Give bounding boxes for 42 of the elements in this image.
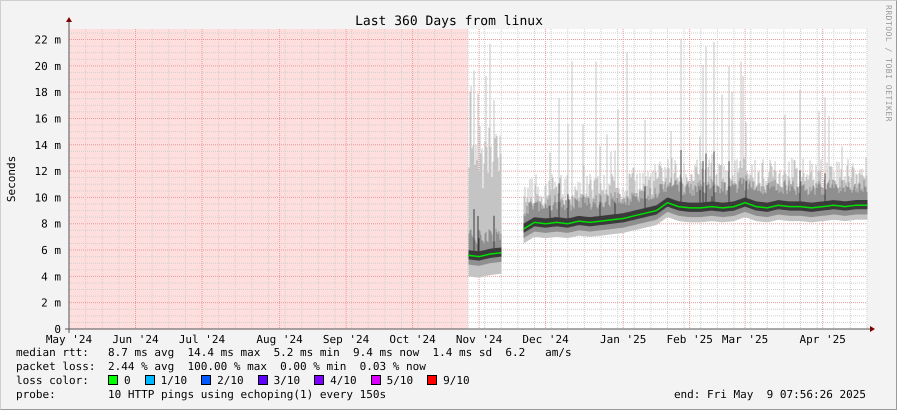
end-time: end: Fri May 9 07:56:26 2025 [674,388,866,400]
x-tick-label: Feb '25 [666,333,713,346]
legend-values: 3/10 [274,374,300,386]
x-tick-label: Jul '24 [178,333,226,346]
y-tick-label: 22 m [34,34,61,47]
legend-values: 1/10 [160,374,188,386]
legend-label: packet loss: [16,360,96,372]
legend-values: 2.44 % avg 100.00 % max 0.00 % min 0.03 % now [108,360,426,372]
y-tick-label: 10 m [34,191,61,204]
x-tick-label: Jan '25 [600,333,646,346]
legend-values: 5/10 [386,374,414,386]
y-tick-label: 20 m [34,60,61,73]
y-tick-label: 16 m [34,112,61,126]
x-tick-label: Oct '24 [389,333,436,346]
legend-label: probe: [16,388,57,400]
legend-values: 2/10 [217,374,244,386]
x-tick-label: Nov '24 [456,333,502,346]
y-tick-label: 6 m [41,244,61,258]
x-tick-label: Mar '25 [722,333,768,346]
legend-values: 0 [124,374,131,386]
y-tick-label: 4 m [41,270,61,284]
y-tick-label: 12 m [34,165,61,178]
legend-values: 4/10 [330,374,357,386]
axis-title: Seconds [5,156,18,202]
legend-label: loss color: [16,374,90,386]
legend-label: median rtt: [16,346,90,358]
x-tick-label: Jun '24 [112,333,159,346]
y-tick-label: 14 m [34,138,61,152]
credit-text: RRDTOOL / TOBI OETIKER [884,5,893,122]
y-tick-label: 8 m [41,218,61,231]
x-tick-label: Aug '24 [256,333,303,346]
x-tick-label: Apr '25 [799,333,846,346]
legend-values: 8.7 ms avg 14.4 ms max 5.2 ms min 9.4 ms now 1.4 ms sd 6.2 am/s [108,346,572,358]
x-tick-label: Dec '24 [522,333,569,346]
legend-values: 9/10 [443,374,470,386]
y-tick-label: 18 m [34,86,61,100]
y-tick-label: 0 [54,323,61,336]
x-tick-label: Sep '24 [322,333,370,346]
y-tick-label: 2 m [41,296,61,310]
legend-values: 10 HTTP pings using echoping(1) every 150s [108,388,386,400]
x-tick-label: May '24 [46,333,92,346]
chart-title: Last 360 Days from linux [355,14,543,29]
